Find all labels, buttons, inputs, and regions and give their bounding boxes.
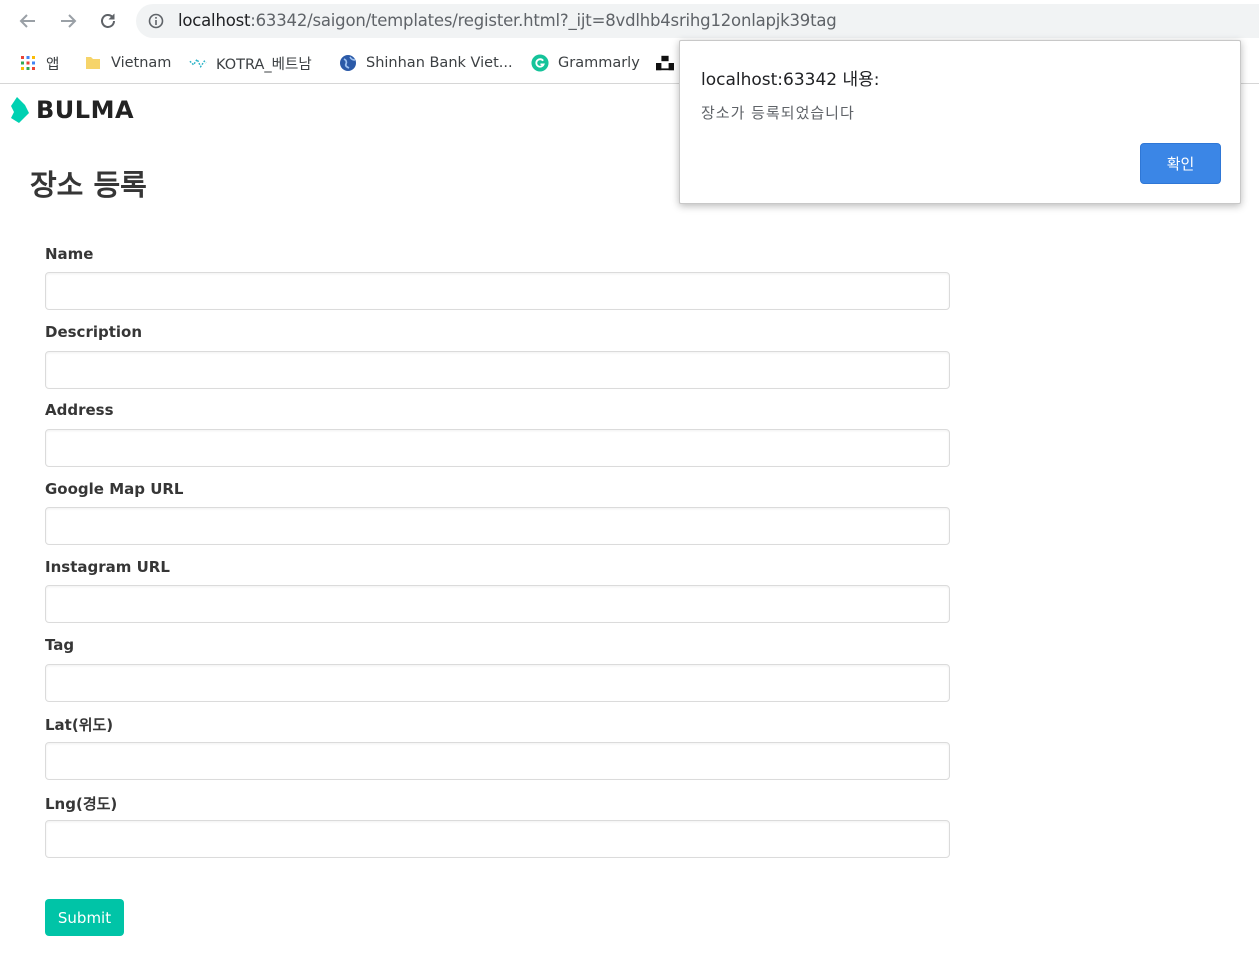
brand-name: BULMA <box>36 96 135 124</box>
lng-input[interactable] <box>45 820 950 858</box>
kotra-icon <box>189 54 207 72</box>
dialog-title: localhost:63342 내용: <box>701 70 880 90</box>
google-map-url-input[interactable] <box>45 507 950 545</box>
globe-icon <box>339 54 357 72</box>
reload-button[interactable] <box>96 9 120 33</box>
reload-icon <box>101 13 115 28</box>
bookmark-vietnam[interactable]: Vietnam <box>84 52 171 74</box>
name-input[interactable] <box>45 272 950 310</box>
unsplash-icon <box>656 54 674 72</box>
instagram-url-label: Instagram URL <box>45 558 170 576</box>
bookmark-label: KOTRA_베트남 <box>216 56 312 73</box>
bookmark-label: Grammarly <box>558 55 640 71</box>
address-input[interactable] <box>45 429 950 467</box>
page-title: 장소 등록 <box>30 168 147 202</box>
lng-label: Lng(경도) <box>45 795 118 813</box>
bookmark-shinhan[interactable]: Shinhan Bank Viet... <box>339 52 513 74</box>
navbar-brand[interactable]: BULMA <box>10 96 134 124</box>
arrow-right-icon <box>61 14 77 28</box>
bookmark-grammarly[interactable]: Grammarly <box>531 52 640 74</box>
forward-button[interactable] <box>56 9 80 33</box>
url-text: localhost:63342/saigon/templates/registe… <box>178 11 837 30</box>
instagram-url-input[interactable] <box>45 585 950 623</box>
bookmark-unsplash[interactable] <box>656 52 674 74</box>
folder-icon <box>84 54 102 72</box>
submit-button[interactable]: Submit <box>45 899 124 936</box>
lat-label: Lat(위도) <box>45 716 114 734</box>
apps-grid-icon <box>19 54 37 72</box>
info-icon <box>148 13 164 29</box>
back-button[interactable] <box>16 9 40 33</box>
bookmark-label: Shinhan Bank Viet... <box>366 55 513 71</box>
bookmark-label: Vietnam <box>111 55 172 71</box>
address-bar[interactable]: localhost:63342/saigon/templates/registe… <box>136 4 1259 38</box>
google-map-url-label: Google Map URL <box>45 480 184 498</box>
bookmark-kotra[interactable]: KOTRA_베트남 <box>189 52 312 74</box>
arrow-left-icon <box>19 14 35 28</box>
grammarly-icon <box>531 54 549 72</box>
name-label: Name <box>45 245 94 263</box>
tag-label: Tag <box>45 636 75 654</box>
bookmark-apps[interactable]: 앱 <box>19 52 59 74</box>
description-label: Description <box>45 323 143 341</box>
lat-input[interactable] <box>45 742 950 780</box>
bulma-logo-icon <box>11 97 29 123</box>
alert-dialog: localhost:63342 내용: 장소가 등록되었습니다 확인 <box>679 40 1241 204</box>
description-input[interactable] <box>45 351 950 389</box>
dialog-message: 장소가 등록되었습니다 <box>701 104 855 122</box>
tag-input[interactable] <box>45 664 950 702</box>
ok-button[interactable]: 확인 <box>1140 143 1221 184</box>
address-label: Address <box>45 401 114 419</box>
bookmark-label: 앱 <box>46 56 60 73</box>
browser-toolbar: localhost:63342/saigon/templates/registe… <box>0 0 1259 42</box>
